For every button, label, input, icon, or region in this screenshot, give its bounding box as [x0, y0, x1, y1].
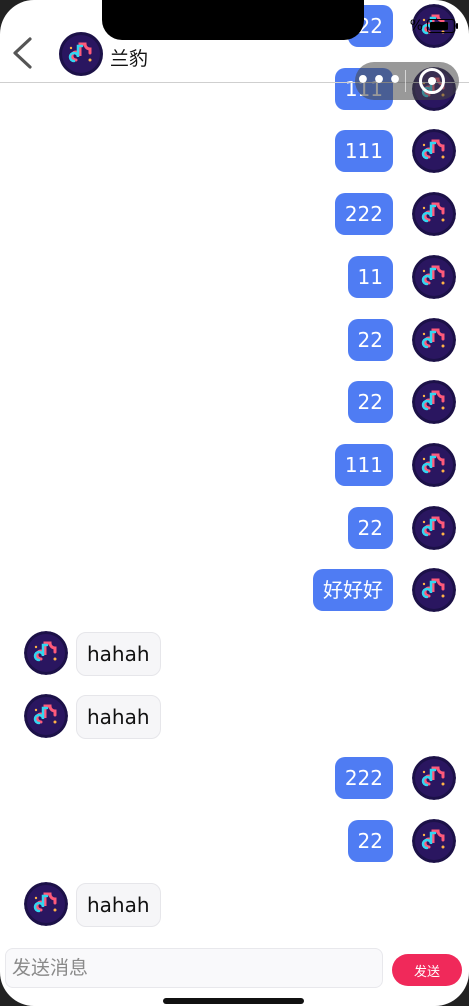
- my-avatar[interactable]: [412, 568, 456, 613]
- sent-message-row: 22: [0, 819, 469, 865]
- message-bubble[interactable]: 111: [334, 130, 393, 173]
- my-avatar[interactable]: [412, 380, 456, 425]
- home-indicator: [163, 998, 304, 1004]
- my-avatar[interactable]: [412, 317, 456, 362]
- sent-message-row: 111: [0, 129, 469, 175]
- sent-message-row: 22: [0, 317, 469, 364]
- battery-percent: %: [409, 18, 423, 34]
- contact-avatar[interactable]: [59, 32, 103, 76]
- status-bar-right: %: [409, 18, 458, 34]
- more-menu-icon[interactable]: •••: [355, 62, 405, 100]
- my-avatar[interactable]: [412, 254, 456, 299]
- contact-message-avatar[interactable]: [24, 693, 68, 738]
- battery-icon: [427, 19, 458, 33]
- mini-program-capsule: •••: [355, 62, 459, 100]
- received-message-row: hahah: [0, 881, 469, 928]
- sent-message-row: 22: [0, 505, 469, 552]
- send-button[interactable]: 发送: [392, 954, 462, 986]
- my-avatar[interactable]: [412, 442, 456, 487]
- message-bubble[interactable]: 222: [334, 193, 393, 236]
- message-bubble[interactable]: 22: [347, 820, 393, 863]
- input-bar: 发送: [0, 944, 469, 994]
- message-bubble[interactable]: 11: [347, 255, 393, 298]
- back-arrow-icon[interactable]: [10, 36, 36, 70]
- sent-message-row: 22: [0, 380, 469, 426]
- message-list[interactable]: 2211111122211222211122好好好hahahhahah22222…: [0, 0, 469, 940]
- message-input[interactable]: [5, 948, 383, 988]
- contact-message-avatar[interactable]: [24, 631, 68, 675]
- my-avatar[interactable]: [412, 192, 456, 237]
- message-bubble[interactable]: 好好好: [313, 569, 393, 612]
- my-avatar[interactable]: [412, 756, 456, 801]
- message-bubble[interactable]: 222: [334, 757, 393, 800]
- received-message-row: hahah: [0, 693, 469, 740]
- close-mini-program-button[interactable]: [406, 68, 458, 94]
- message-bubble[interactable]: hahah: [76, 882, 161, 927]
- sent-message-row: 11: [0, 254, 469, 301]
- my-avatar[interactable]: [412, 819, 456, 864]
- message-bubble[interactable]: 22: [347, 506, 393, 549]
- sent-message-row: 好好好: [0, 568, 469, 614]
- message-bubble[interactable]: 22: [347, 381, 393, 424]
- device-notch: [102, 0, 364, 40]
- sent-message-row: 222: [0, 756, 469, 802]
- contact-name: 兰豹: [110, 48, 149, 70]
- phone-screen: 2211111122211222211122好好好hahahhahah22222…: [0, 0, 469, 1006]
- message-bubble[interactable]: hahah: [76, 632, 161, 676]
- message-bubble[interactable]: hahah: [76, 694, 161, 739]
- contact-message-avatar[interactable]: [24, 881, 68, 926]
- sent-message-row: 111: [0, 442, 469, 489]
- my-avatar[interactable]: [412, 505, 456, 550]
- target-circle-icon: [419, 68, 445, 94]
- received-message-row: hahah: [0, 631, 469, 677]
- message-bubble[interactable]: 22: [347, 318, 393, 361]
- message-bubble[interactable]: 111: [334, 443, 393, 486]
- sent-message-row: 222: [0, 192, 469, 238]
- my-avatar[interactable]: [412, 129, 456, 174]
